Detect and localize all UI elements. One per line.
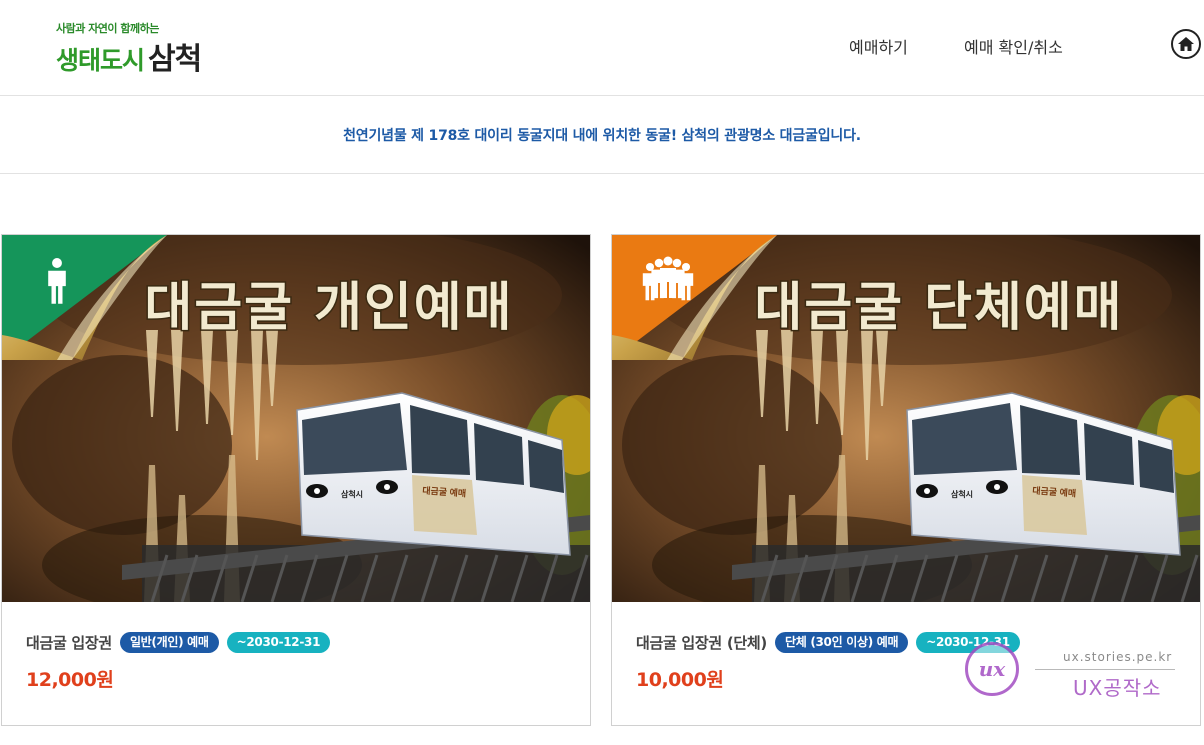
product-image-title: 대금굴 단체예매 [755, 277, 1124, 338]
ticket-date-badge: ~2030-12-31 [226, 631, 331, 653]
product-image[interactable]: 삼척시 대금굴 예매 대금굴 개인예매 [2, 235, 590, 602]
ticket-price: 12,000원 [26, 669, 114, 691]
product-card-individual[interactable]: 삼척시 대금굴 예매 대금굴 개인예매대금굴 입장권 일반(개인) 예매 ~2030-1… [1, 234, 591, 726]
logo-name-green: 생태도시 [56, 46, 145, 75]
intro-banner: 천연기념물 제 178호 대이리 동굴지대 내에 위치한 동굴! 삼척의 관광명… [0, 96, 1204, 174]
logo-name-dark: 삼척 [148, 42, 202, 77]
train-front-label: 삼척시 [341, 489, 363, 499]
home-button[interactable] [1171, 29, 1201, 59]
site-header: 사람과 자연이 함께하는 생태도시 삼척 예매하기 예매 확인/취소 [0, 0, 1204, 96]
product-info: 대금굴 입장권 (단체) 단체 (30인 이상) 예매 ~2030-12-31 10,… [636, 631, 1190, 692]
ticket-date-badge: ~2030-12-31 [916, 631, 1020, 653]
product-info: 대금굴 입장권 일반(개인) 예매 ~2030-12-31 12,000원 [26, 631, 580, 692]
product-image[interactable]: 삼척시 대금굴 예매 대금굴 단체예매 [612, 235, 1200, 602]
product-card-group[interactable]: 삼척시 대금굴 예매 대금굴 단체예매대금굴 입장권 (단체) 단체 (30인 이상)… [611, 234, 1201, 726]
home-icon [1178, 37, 1194, 51]
ticket-price: 10,000원 [636, 669, 724, 691]
samcheok-logo[interactable]: 사람과 자연이 함께하는 생태도시 삼척 [56, 20, 231, 77]
ticket-name: 대금굴 입장권 (단체) [636, 633, 767, 652]
product-image-title: 대금굴 개인예매 [145, 277, 514, 338]
ticket-row: 대금굴 입장권 일반(개인) 예매 ~2030-12-31 [26, 631, 580, 653]
ticket-type-badge: 일반(개인) 예매 [119, 631, 219, 653]
ticket-name: 대금굴 입장권 [26, 633, 112, 652]
banner-text: 천연기념물 제 178호 대이리 동굴지대 내에 위치한 동굴! 삼척의 관광명… [343, 127, 861, 144]
cave-train-illustration: 삼척시 대금굴 예매대금굴 단체예매 [612, 235, 1200, 602]
ticket-row: 대금굴 입장권 (단체) 단체 (30인 이상) 예매 ~2030-12-31 [636, 631, 1190, 653]
nav-book-link[interactable]: 예매하기 [849, 34, 908, 57]
nav-check-cancel-link[interactable]: 예매 확인/취소 [964, 34, 1063, 57]
logo-name: 생태도시 삼척 [56, 34, 202, 78]
cave-train-illustration: 삼척시 대금굴 예매대금굴 개인예매 [2, 235, 590, 602]
train-front-label: 삼척시 [951, 489, 973, 499]
ticket-type-badge: 단체 (30인 이상) 예매 [774, 631, 909, 653]
